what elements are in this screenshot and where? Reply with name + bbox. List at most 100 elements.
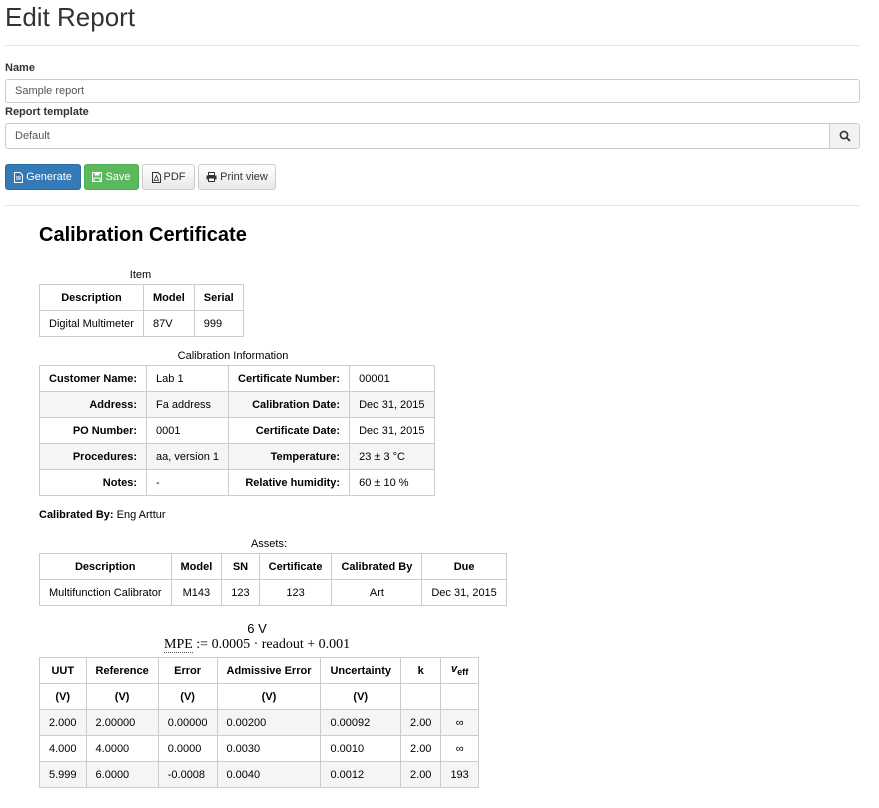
calinfo-label: Address: (38, 391, 148, 418)
assets-header: Certificate (258, 553, 333, 580)
measurement-unit: (V) (157, 683, 218, 710)
name-input[interactable]: Sample report (5, 79, 860, 103)
measurement-unit: (V) (85, 683, 159, 710)
measurement-cell: 0.0010 (320, 735, 402, 762)
measurement-table: UUT Reference Error Admissive Error Unce… (39, 657, 479, 788)
calibrated-by-value: Eng Arttur (116, 509, 166, 521)
mpe-variable: MPE (164, 637, 193, 653)
calinfo-label: PO Number: (38, 417, 148, 444)
measurement-cell: 0.00200 (216, 709, 322, 736)
item-cell: 87V (142, 310, 195, 337)
item-header-serial: Serial (193, 284, 244, 311)
assets-cell: Multifunction Calibrator (39, 579, 172, 606)
measurement-cell: 2.00 (400, 709, 442, 736)
item-header-model: Model (142, 284, 195, 311)
measurement-cell: 193 (440, 761, 479, 788)
item-cell: Digital Multimeter (39, 310, 144, 337)
table-row: 5.999 6.0000 -0.0008 0.0040 0.0012 2.00 … (39, 761, 479, 788)
assets-caption: Assets: (250, 538, 288, 550)
template-label: Report template (5, 106, 89, 118)
calibration-info-caption: Calibration Information (177, 350, 289, 362)
pdf-icon (151, 171, 161, 183)
measurement-unit: (V) (216, 683, 322, 710)
assets-table: Description Model SN Certificate Calibra… (39, 553, 507, 606)
measurement-cell: 0.00092 (320, 709, 402, 736)
measurement-unit: (V) (320, 683, 402, 710)
measurement-cell: 0.0000 (157, 735, 218, 762)
calinfo-value: 0001 (146, 417, 230, 444)
assets-cell: Dec 31, 2015 (421, 579, 507, 606)
measurement-header: Uncertainty (320, 657, 402, 684)
item-table: Description Model Serial Digital Multime… (39, 284, 244, 337)
print-view-button[interactable]: Print view (198, 164, 276, 190)
assets-header: SN (221, 553, 260, 580)
calinfo-value: Dec 31, 2015 (349, 391, 435, 418)
page-title: Edit Report (5, 2, 136, 32)
calinfo-label: Relative humidity: (228, 469, 351, 496)
measurement-cell: 5.999 (39, 761, 87, 788)
measurement-cell: 2.000 (39, 709, 87, 736)
calinfo-label: Procedures: (38, 443, 148, 470)
calibrated-by-label: Calibrated By: (39, 509, 114, 521)
mpe-formula: MPE := 0.0005 · readout + 0.001 (164, 637, 350, 653)
calinfo-value: 00001 (349, 365, 435, 392)
measurement-unit: (V) (39, 683, 87, 710)
assets-header: Model (170, 553, 223, 580)
calinfo-value: aa, version 1 (146, 443, 230, 470)
measurement-header-veff: veff (440, 657, 479, 684)
print-view-label: Print view (220, 171, 268, 183)
save-button[interactable]: Save (84, 164, 139, 190)
save-label: Save (105, 171, 131, 183)
measurement-cell: ∞ (440, 735, 479, 762)
measurement-cell: 6.0000 (85, 761, 159, 788)
template-search-button[interactable] (829, 123, 860, 149)
measurement-cell: 4.0000 (85, 735, 159, 762)
calibrated-by: Calibrated By: Eng Arttur (39, 509, 166, 521)
divider (5, 45, 860, 46)
document-icon (14, 171, 24, 183)
item-cell: 999 (193, 310, 244, 337)
measurement-cell: 0.00000 (157, 709, 218, 736)
measurement-header: UUT (39, 657, 87, 684)
calinfo-label: Certificate Number: (228, 365, 351, 392)
calinfo-label: Customer Name: (38, 365, 148, 392)
measurement-cell: 2.00 (400, 761, 442, 788)
measurement-unit (440, 683, 479, 710)
measurement-header: Reference (85, 657, 159, 684)
assets-cell: Art (331, 579, 423, 606)
measurement-cell: -0.0008 (157, 761, 218, 788)
assets-cell: 123 (221, 579, 260, 606)
range-caption: 6 V (247, 621, 267, 636)
calinfo-label: Notes: (38, 469, 148, 496)
item-header-description: Description (39, 284, 144, 311)
search-icon (839, 130, 851, 142)
pdf-button[interactable]: PDF (142, 164, 195, 190)
assets-header: Calibrated By (331, 553, 423, 580)
calinfo-value: 60 ± 10 % (349, 469, 435, 496)
calinfo-label: Temperature: (228, 443, 351, 470)
name-label: Name (5, 62, 35, 74)
calinfo-label: Calibration Date: (228, 391, 351, 418)
measurement-cell: 2.00000 (85, 709, 159, 736)
calinfo-value: - (146, 469, 230, 496)
calibration-info-table: Customer Name: Lab 1 Certificate Number:… (38, 365, 435, 496)
measurement-unit (400, 683, 442, 710)
pdf-label: PDF (163, 171, 186, 183)
measurement-header: Admissive Error (216, 657, 322, 684)
floppy-icon (92, 172, 103, 182)
calinfo-value: Dec 31, 2015 (349, 417, 435, 444)
assets-cell: M143 (170, 579, 223, 606)
generate-button[interactable]: Generate (5, 164, 81, 190)
printer-icon (206, 172, 217, 182)
calinfo-value: Fa address (146, 391, 230, 418)
template-input[interactable]: Default (5, 123, 830, 149)
measurement-cell: 0.0030 (216, 735, 322, 762)
certificate-title: Calibration Certificate (39, 224, 247, 246)
calinfo-label: Certificate Date: (228, 417, 351, 444)
divider (5, 205, 860, 206)
assets-cell: 123 (258, 579, 333, 606)
measurement-cell: 2.00 (400, 735, 442, 762)
measurement-cell: 0.0012 (320, 761, 402, 788)
item-caption: Item (129, 269, 152, 281)
table-row: 2.000 2.00000 0.00000 0.00200 0.00092 2.… (39, 709, 479, 736)
